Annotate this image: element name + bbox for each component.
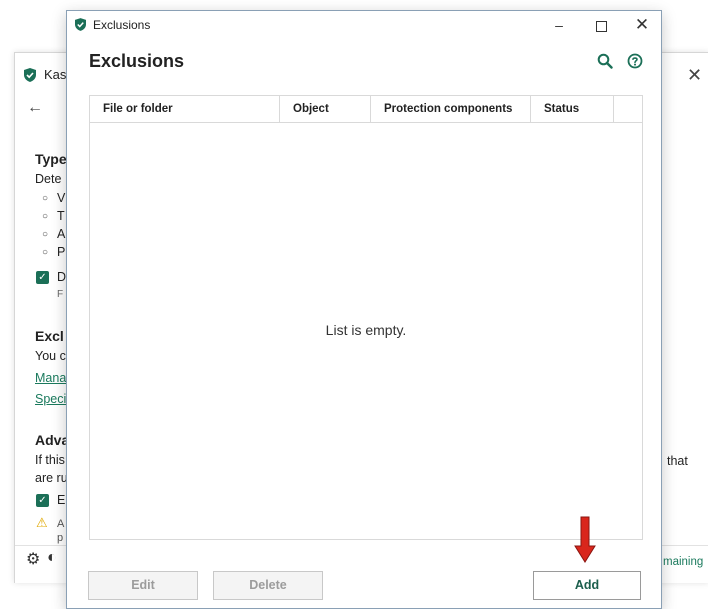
- exclusions-table: File or folder Object Protection compone…: [89, 95, 643, 540]
- page-title: Exclusions: [89, 51, 185, 71]
- background-window-title: Kas: [44, 67, 67, 82]
- bullet-icon: ○: [42, 247, 49, 258]
- bullet-item: A: [57, 227, 66, 241]
- bullet-item: T: [57, 209, 65, 223]
- column-header-status[interactable]: Status: [531, 96, 614, 122]
- kaspersky-shield-icon: [75, 18, 86, 31]
- background-titlebar: Kas: [24, 67, 66, 82]
- section-text-advanced-2: are ru: [35, 471, 68, 485]
- delete-button[interactable]: Delete: [213, 571, 323, 600]
- bullet-icon: ○: [42, 211, 49, 222]
- gear-icon[interactable]: ⚙: [26, 549, 40, 569]
- column-header-protection-components[interactable]: Protection components: [371, 96, 531, 122]
- checkbox-label: D: [57, 270, 67, 284]
- table-header: File or folder Object Protection compone…: [90, 96, 642, 123]
- maximize-icon: [595, 20, 607, 32]
- manage-exclusions-link[interactable]: Mana: [35, 371, 66, 385]
- checkbox-sublabel: F: [57, 289, 64, 300]
- checkbox-checked[interactable]: ✓: [36, 494, 49, 507]
- empty-list-text: List is empty.: [325, 322, 407, 338]
- specify-link[interactable]: Speci: [35, 392, 66, 406]
- section-text-advanced-1: If this: [35, 453, 65, 467]
- bullet-item: P: [57, 245, 66, 259]
- edit-button[interactable]: Edit: [88, 571, 198, 600]
- back-arrow-icon[interactable]: ←: [27, 99, 43, 117]
- column-header-file-or-folder[interactable]: File or folder: [90, 96, 280, 122]
- section-text-exclusions: You c: [35, 349, 66, 363]
- exclusions-dialog: Exclusions – ✕ Exclusions File or folder…: [66, 10, 662, 609]
- add-button[interactable]: Add: [533, 571, 641, 600]
- red-down-arrow-icon: [574, 516, 596, 563]
- column-header-extra: [614, 96, 642, 122]
- checkbox-checked[interactable]: ✓: [36, 271, 49, 284]
- bullet-icon: ○: [42, 229, 49, 240]
- bullet-icon: ○: [42, 193, 49, 204]
- background-close-icon[interactable]: ✕: [687, 65, 702, 86]
- column-header-object[interactable]: Object: [280, 96, 371, 122]
- support-icon[interactable]: ◐: [47, 549, 57, 567]
- warning-icon: ⚠: [36, 515, 48, 530]
- dialog-window-title: Exclusions: [93, 18, 151, 32]
- dialog-titlebar: Exclusions – ✕: [67, 11, 661, 40]
- warning-text-1: A: [57, 518, 65, 530]
- section-text-types: Dete: [35, 172, 62, 186]
- section-heading-advanced: Adva: [35, 432, 70, 448]
- search-icon[interactable]: [597, 53, 613, 69]
- background-text-right: that: [667, 454, 688, 468]
- close-button[interactable]: ✕: [622, 14, 662, 36]
- checkbox-label: E: [57, 493, 66, 507]
- maximize-button[interactable]: [581, 14, 621, 36]
- bullet-item: V: [57, 191, 66, 205]
- kaspersky-shield-icon: [24, 67, 36, 82]
- license-remaining-text: maining: [663, 556, 704, 568]
- section-heading-exclusions: Excl: [35, 328, 64, 344]
- warning-text-2: p: [57, 532, 64, 544]
- help-icon[interactable]: [627, 53, 643, 69]
- section-heading-types: Type: [35, 151, 67, 167]
- minimize-button[interactable]: –: [539, 14, 579, 36]
